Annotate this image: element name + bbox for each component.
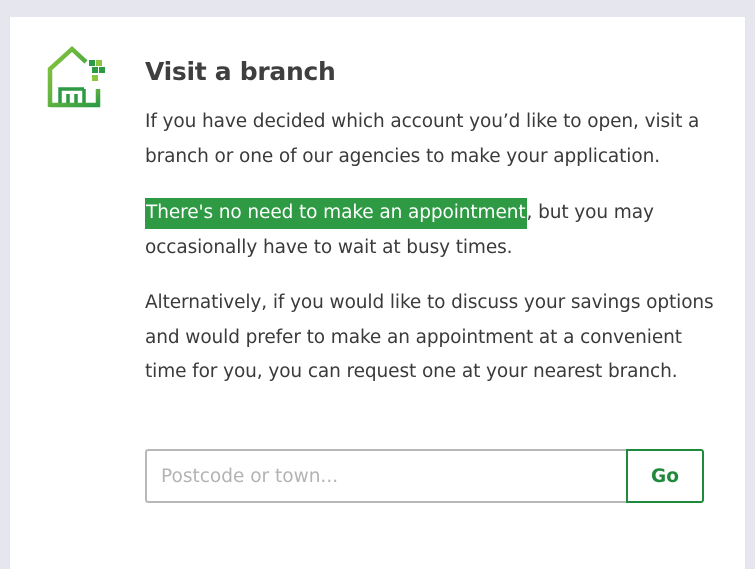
postcode-search-input[interactable] [145,449,627,503]
alternative-text: Alternatively, if you would like to disc… [145,292,714,382]
page-title: Visit a branch [145,57,336,86]
visit-branch-card: Visit a branch If you have decided which… [10,17,745,569]
highlighted-text: There's no need to make an appointment [145,198,527,229]
intro-text: If you have decided which account you’d … [145,111,700,167]
go-button[interactable]: Go [626,449,704,503]
house-branch-icon [47,45,105,108]
appointment-note: There's no need to make an appointment, … [145,196,725,265]
branch-content: Visit a branch If you have decided which… [145,55,725,390]
branch-search-form: Go [145,449,704,503]
